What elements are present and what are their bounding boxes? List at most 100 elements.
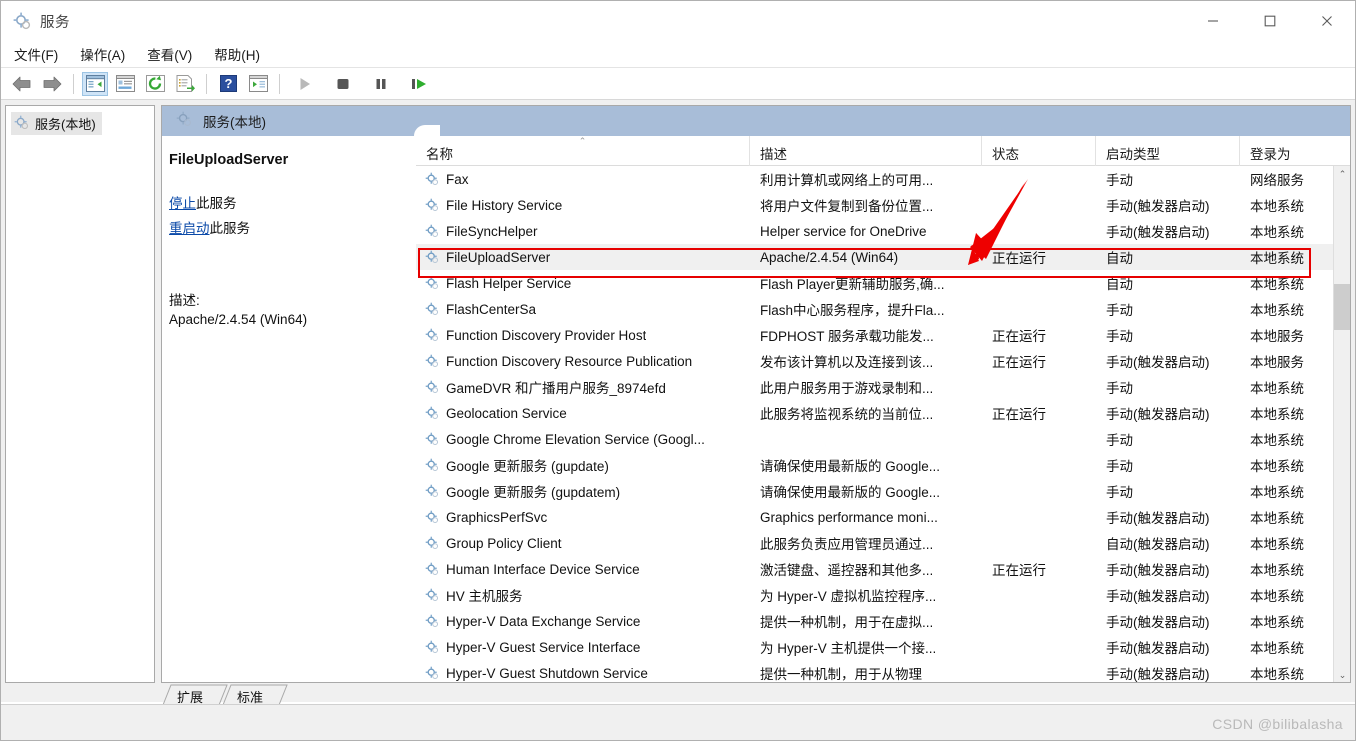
service-name-label: Human Interface Device Service: [446, 561, 640, 577]
column-header-1[interactable]: 名称 ⌃: [416, 136, 750, 166]
table-row[interactable]: GameDVR 和广播用户服务_8974efd 此用户服务用于游戏录制和... 手动…: [416, 374, 1350, 400]
table-row[interactable]: File History Service 将用户文件复制到备份位置... 手动(触发…: [416, 192, 1350, 218]
table-row[interactable]: FileUploadServer Apache/2.4.54 (Win64) 正在运…: [416, 244, 1350, 270]
column-header-label: 登录为: [1250, 147, 1291, 162]
table-row[interactable]: Human Interface Device Service 激活键盘、遥控器和其…: [416, 556, 1350, 582]
scroll-down-arrow-icon[interactable]: ⌄: [1334, 667, 1350, 682]
menu-action[interactable]: 操作(A): [71, 41, 134, 67]
toolbar-separator: [206, 73, 207, 94]
svg-text:?: ?: [224, 76, 232, 91]
cell-logon-as: 本地系统: [1250, 407, 1304, 422]
table-row[interactable]: FlashCenterSa Flash中心服务程序，提升Fla... 手动 本地系统: [416, 296, 1350, 322]
table-row[interactable]: Hyper-V Guest Service Interface 为 Hyper-V…: [416, 634, 1350, 660]
scrollbar-thumb[interactable]: [1334, 284, 1350, 330]
column-header-5[interactable]: 登录为: [1240, 136, 1333, 166]
pause-service-icon[interactable]: [368, 72, 394, 96]
table-row[interactable]: HV 主机服务 为 Hyper-V 虚拟机监控程序... 手动(触发器启动) 本地系统: [416, 582, 1350, 608]
cell-description: Flash中心服务程序，提升Fla...: [760, 303, 945, 318]
title-bar: 服务: [1, 1, 1355, 41]
start-service-icon[interactable]: [292, 72, 318, 96]
cell-startup-type: 手动: [1106, 485, 1133, 500]
forward-arrow-icon[interactable]: [39, 72, 65, 96]
cell-description: Graphics performance moni...: [760, 509, 938, 525]
restart-service-icon[interactable]: [406, 72, 432, 96]
window-controls: [1184, 1, 1355, 41]
cell-logon-as: 本地系统: [1250, 225, 1304, 240]
cell-logon-as: 本地系统: [1250, 277, 1304, 292]
cell-description: 为 Hyper-V 虚拟机监控程序...: [760, 589, 937, 604]
table-row[interactable]: Geolocation Service 此服务将监视系统的当前位... 正在运行 手动…: [416, 400, 1350, 426]
stop-service-link-row[interactable]: 停止此服务: [169, 191, 406, 216]
table-row[interactable]: Fax 利用计算机或网络上的可用... 手动 网络服务: [416, 166, 1350, 192]
service-gear-icon: [425, 250, 439, 264]
export-list-icon[interactable]: [172, 72, 198, 96]
properties-icon[interactable]: [112, 72, 138, 96]
table-row[interactable]: Function Discovery Provider Host FDPHOST …: [416, 322, 1350, 348]
cell-logon-as: 本地系统: [1250, 667, 1304, 682]
services-list: 名称 ⌃ 描述 状态 启动类型 登录为 Fax 利用计算机或网络上的可用... 手动 网络服务 F…: [416, 136, 1350, 682]
tree-node-services-local[interactable]: 服务(本地): [11, 112, 102, 135]
cell-description: 提供一种机制，用于从物理: [760, 667, 922, 682]
column-header-4[interactable]: 启动类型: [1096, 136, 1240, 166]
table-row[interactable]: Google 更新服务 (gupdate) 请确保使用最新版的 Google...…: [416, 452, 1350, 478]
menu-file[interactable]: 文件(F): [5, 41, 67, 67]
cell-name: Google 更新服务 (gupdate): [416, 455, 750, 475]
stop-service-suffix: 此服务: [196, 196, 237, 211]
service-gear-icon: [425, 536, 439, 550]
back-arrow-icon[interactable]: [9, 72, 35, 96]
cell-description: 此服务负责应用管理员通过...: [760, 537, 934, 552]
menu-view[interactable]: 查看(V): [138, 41, 201, 67]
service-name-label: GraphicsPerfSvc: [446, 509, 548, 525]
service-name-label: HV 主机服务: [446, 589, 523, 604]
refresh-icon[interactable]: [142, 72, 168, 96]
stop-service-link[interactable]: 停止: [169, 196, 196, 211]
help-icon[interactable]: ?: [215, 72, 241, 96]
minimize-button[interactable]: [1184, 1, 1241, 41]
cell-logon-as: 本地系统: [1250, 537, 1304, 552]
table-row[interactable]: Group Policy Client 此服务负责应用管理员通过... 自动(触发器…: [416, 530, 1350, 556]
scroll-up-arrow-icon[interactable]: ⌃: [1334, 166, 1350, 183]
cell-logon-as: 本地系统: [1250, 641, 1304, 656]
service-name-label: Geolocation Service: [446, 405, 567, 421]
cell-description: FDPHOST 服务承载功能发...: [760, 329, 934, 344]
table-row[interactable]: GraphicsPerfSvc Graphics performance moni…: [416, 504, 1350, 530]
maximize-button[interactable]: [1241, 1, 1298, 41]
menu-help[interactable]: 帮助(H): [205, 41, 269, 67]
cell-name: Human Interface Device Service: [416, 562, 750, 577]
pane-header: 服务(本地): [162, 106, 1350, 136]
stop-service-icon[interactable]: [330, 72, 356, 96]
services-gear-icon: [14, 115, 29, 133]
show-action-pane-icon[interactable]: [245, 72, 271, 96]
list-vertical-scrollbar[interactable]: ⌃ ⌄: [1333, 166, 1350, 682]
table-row[interactable]: Function Discovery Resource Publication 发…: [416, 348, 1350, 374]
table-row[interactable]: Google 更新服务 (gupdatem) 请确保使用最新版的 Google..…: [416, 478, 1350, 504]
cell-logon-as: 本地系统: [1250, 459, 1304, 474]
show-hide-console-tree-icon[interactable]: [82, 71, 108, 96]
window-title: 服务: [40, 14, 70, 31]
cell-startup-type: 手动(触发器启动): [1106, 615, 1210, 630]
table-row[interactable]: Hyper-V Data Exchange Service 提供一种机制，用于在虚…: [416, 608, 1350, 634]
cell-name: FileUploadServer: [416, 250, 750, 265]
cell-startup-type: 手动(触发器启动): [1106, 199, 1210, 214]
service-name-label: Function Discovery Resource Publication: [446, 353, 693, 369]
cell-startup-type: 自动: [1106, 277, 1133, 292]
service-name-label: File History Service: [446, 197, 563, 213]
service-name-label: Flash Helper Service: [446, 275, 572, 291]
cell-status: 正在运行: [992, 563, 1046, 578]
service-name-label: Hyper-V Guest Shutdown Service: [446, 665, 648, 681]
cell-status: 正在运行: [992, 407, 1046, 422]
cell-status: 正在运行: [992, 355, 1046, 370]
column-header-label: 启动类型: [1106, 147, 1160, 162]
cell-startup-type: 手动(触发器启动): [1106, 355, 1210, 370]
cell-startup-type: 自动(触发器启动): [1106, 537, 1210, 552]
table-row[interactable]: Hyper-V Guest Shutdown Service 提供一种机制，用于从…: [416, 660, 1350, 682]
table-row[interactable]: Flash Helper Service Flash Player更新辅助服务,确…: [416, 270, 1350, 296]
toolbar: ?: [1, 68, 1355, 100]
restart-service-link[interactable]: 重启动: [169, 221, 210, 236]
table-row[interactable]: Google Chrome Elevation Service (Googl..…: [416, 426, 1350, 452]
column-header-2[interactable]: 描述: [750, 136, 982, 166]
restart-service-link-row[interactable]: 重启动此服务: [169, 216, 406, 241]
column-header-3[interactable]: 状态: [982, 136, 1096, 166]
table-row[interactable]: FileSyncHelper Helper service for OneDriv…: [416, 218, 1350, 244]
close-button[interactable]: [1298, 1, 1355, 41]
